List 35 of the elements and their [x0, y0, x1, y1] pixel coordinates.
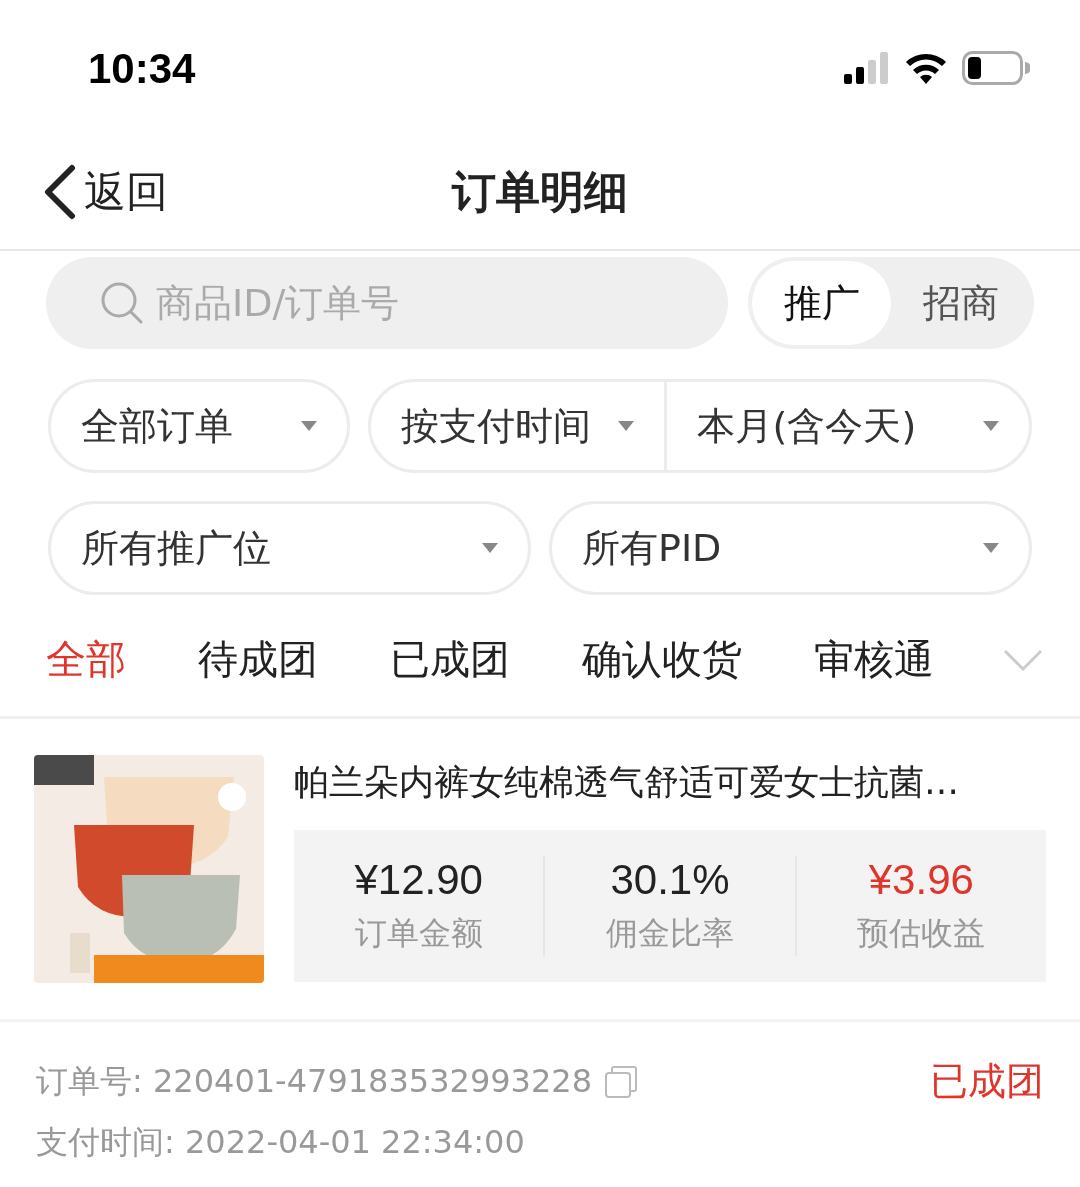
chevron-down-icon[interactable]	[1003, 648, 1043, 671]
stat-label: 佣金比率	[606, 913, 734, 954]
stat-value: ¥3.96	[868, 856, 974, 904]
status-tab[interactable]: 全部	[46, 632, 126, 687]
product-title: 帕兰朵内裤女纯棉透气舒适可爱女士抗菌…	[294, 761, 960, 804]
search-icon	[100, 281, 144, 325]
back-button[interactable]: 返回	[42, 164, 168, 220]
mode-tab[interactable]: 推广	[752, 261, 891, 345]
clock-time: 10:34	[88, 43, 196, 93]
filter-dropdown[interactable]: 按支付时间	[371, 382, 664, 470]
payment-time: 支付时间: 2022-04-01 22:34:00	[36, 1122, 526, 1163]
wifi-icon	[904, 51, 948, 84]
filter-dropdown[interactable]: 本月(含今天)	[663, 382, 1029, 470]
signal-icon	[844, 51, 890, 84]
caret-icon	[301, 421, 317, 431]
status-tab[interactable]: 已成团	[390, 632, 510, 687]
status-tab[interactable]: 待成团	[198, 632, 318, 687]
stat-label: 订单金额	[354, 913, 483, 954]
caret-icon	[983, 543, 999, 553]
caret-icon	[617, 421, 634, 431]
copy-icon[interactable]	[604, 1064, 639, 1099]
caret-icon	[983, 421, 999, 431]
battery-icon	[962, 50, 1030, 85]
status-tab[interactable]: 确认收货	[582, 632, 742, 687]
caret-icon	[482, 543, 498, 553]
mode-tab[interactable]: 招商	[891, 261, 1030, 345]
search-field[interactable]: 商品ID/订单号	[46, 257, 728, 349]
stat-value: 30.1%	[610, 856, 730, 904]
stat-value: ¥12.90	[354, 856, 483, 904]
order-number: 订单号: 220401-479183532993228	[36, 1060, 593, 1102]
chevron-left-icon	[42, 164, 76, 220]
stat-label: 预估收益	[857, 913, 986, 954]
order-status: 已成团	[930, 1058, 1044, 1105]
status-tab[interactable]: 审核通	[814, 632, 934, 687]
page-title: 订单明细	[452, 165, 628, 217]
